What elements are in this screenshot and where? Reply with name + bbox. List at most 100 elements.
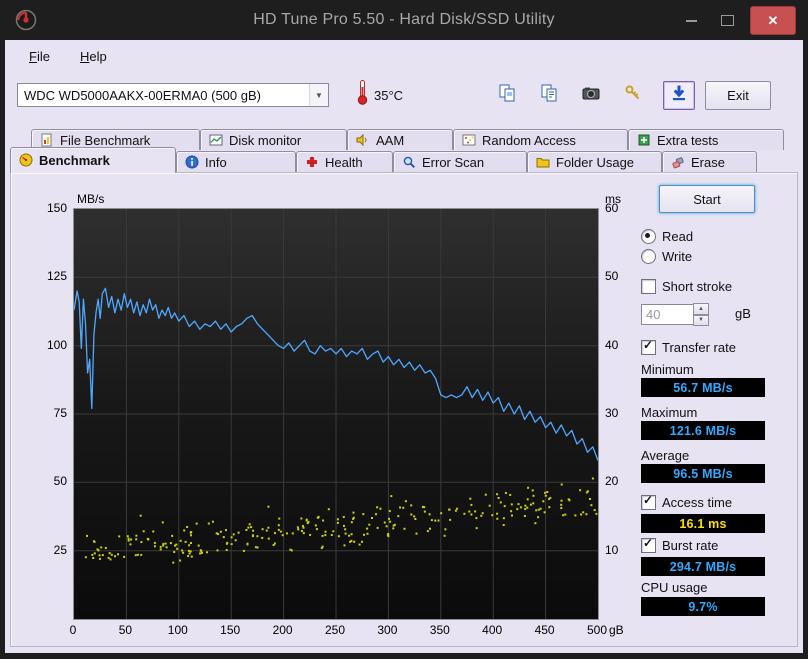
tab-label: Extra tests: [657, 132, 719, 148]
x-axis-tick: 350: [429, 623, 450, 637]
short-stroke-stepper[interactable]: ▲ ▼: [693, 303, 709, 326]
read-radio-label: Read: [662, 229, 694, 244]
app-logo-icon: [14, 8, 38, 32]
x-axis-tick: 450: [534, 623, 555, 637]
tab-disk-monitor[interactable]: Disk monitor: [200, 129, 347, 150]
burst-rate-checkbox[interactable]: Burst rate: [641, 537, 719, 553]
tab-label: Erase: [691, 154, 725, 170]
temperature-readout: 35°C: [357, 79, 403, 111]
cpu-usage-value: 9.7%: [641, 597, 765, 616]
stepper-up-icon[interactable]: ▲: [693, 303, 709, 315]
short-stroke-checkbox-box[interactable]: [641, 279, 656, 294]
camera-icon: [581, 83, 601, 108]
tab-label: AAM: [376, 132, 405, 148]
x-axis-tick: 100: [167, 623, 188, 637]
tab-aam[interactable]: AAM: [347, 129, 453, 150]
right-axis-tick: 40: [605, 337, 619, 352]
copy-image-button[interactable]: [491, 81, 523, 110]
x-axis-tick: 250: [324, 623, 346, 637]
minimize-button[interactable]: [678, 9, 704, 33]
left-axis-tick: 125: [46, 269, 67, 284]
left-axis-tick: 50: [53, 474, 67, 489]
file-benchmark-icon: [40, 133, 54, 147]
cpu-usage-label: CPU usage: [641, 580, 708, 595]
short-stroke-unit-label: gB: [735, 306, 751, 321]
maximum-value: 121.6 MB/s: [641, 421, 765, 440]
write-radio-circle[interactable]: [641, 249, 656, 264]
tab-folder-usage[interactable]: Folder Usage: [527, 151, 662, 172]
x-axis-tick: 200: [272, 623, 293, 637]
error-scan-icon: [402, 155, 416, 169]
tab-label: Error Scan: [422, 154, 485, 170]
health-icon: [305, 155, 319, 169]
write-radio-label: Write: [662, 249, 693, 264]
minimum-label: Minimum: [641, 362, 694, 377]
drive-select[interactable]: WDC WD5000AAKX-00ERMA0 (500 gB) ▼: [17, 83, 329, 107]
burst-rate-checkbox-box[interactable]: [641, 537, 656, 553]
benchmark-panel: 25 50 75 100 125 150 10 20 30 40 50 60 0 50 100 150 200 2…: [10, 172, 798, 647]
short-stroke-checkbox[interactable]: Short stroke: [641, 279, 732, 294]
keys-icon: [623, 83, 643, 108]
aam-icon: [356, 133, 370, 147]
hdtune-window: HD Tune Pro 5.50 - Hard Disk/SSD Utility…: [0, 0, 808, 659]
tab-erase[interactable]: Erase: [662, 151, 757, 172]
access-time-checkbox-box[interactable]: [641, 494, 656, 510]
average-label: Average: [641, 448, 690, 463]
x-axis-tick: 300: [377, 623, 398, 637]
burst-rate-label: Burst rate: [662, 538, 719, 553]
left-axis-tick: 75: [53, 406, 67, 420]
minimize-icon: [685, 19, 697, 22]
tab-label: File Benchmark: [60, 132, 151, 148]
tab-info[interactable]: Info: [176, 151, 296, 172]
transfer-rate-checkbox-box[interactable]: [641, 339, 656, 355]
tab-strip: File Benchmark Disk monitor AAM Random Acce…: [5, 128, 803, 173]
folder-usage-icon: [536, 155, 550, 169]
left-axis-tick: 100: [46, 337, 67, 352]
short-stroke-input[interactable]: [641, 304, 695, 325]
tab-random-access[interactable]: Random Access: [453, 129, 628, 150]
access-time-checkbox[interactable]: Access time: [641, 494, 732, 510]
right-axis-unit-label: ms: [605, 192, 621, 206]
read-radio[interactable]: Read: [641, 229, 693, 244]
menu-help[interactable]: Help: [80, 49, 107, 64]
screenshot-button[interactable]: [575, 81, 607, 110]
copy-text-button[interactable]: [533, 81, 565, 110]
left-axis-tick: 25: [53, 542, 67, 557]
menu-file[interactable]: File: [29, 49, 50, 64]
start-button[interactable]: Start: [659, 185, 755, 213]
registration-button[interactable]: [617, 81, 649, 110]
close-button[interactable]: ✕: [750, 6, 796, 35]
access-time-value: 16.1 ms: [641, 514, 765, 533]
tab-health[interactable]: Health: [296, 151, 393, 172]
transfer-rate-checkbox[interactable]: Transfer rate: [641, 339, 736, 355]
title-bar[interactable]: HD Tune Pro 5.50 - Hard Disk/SSD Utility…: [0, 0, 808, 40]
right-axis-tick: 30: [605, 406, 619, 420]
close-icon: ✕: [767, 12, 779, 28]
maximize-icon: [720, 15, 734, 26]
read-radio-circle[interactable]: [641, 229, 656, 244]
maximum-label: Maximum: [641, 405, 698, 420]
control-panel: Start Read Write Short stroke ▲ ▼: [629, 173, 799, 646]
average-value: 96.5 MB/s: [641, 464, 765, 483]
tab-error-scan[interactable]: Error Scan: [393, 151, 527, 172]
exit-button[interactable]: Exit: [705, 80, 771, 110]
stepper-down-icon[interactable]: ▼: [693, 314, 709, 326]
plot-area: [73, 208, 599, 620]
save-results-button[interactable]: [663, 80, 696, 110]
tab-label: Info: [205, 154, 227, 170]
tab-label: Folder Usage: [556, 154, 635, 170]
left-axis-unit-label: MB/s: [77, 192, 105, 206]
maximize-button[interactable]: [714, 9, 740, 33]
tab-extra-tests[interactable]: Extra tests: [628, 129, 784, 150]
benchmark-chart: 25 50 75 100 125 150 10 20 30 40 50 60 0 50 100 150 200 2…: [11, 173, 629, 646]
minimum-value: 56.7 MB/s: [641, 378, 765, 397]
transfer-rate-label: Transfer rate: [662, 340, 736, 355]
write-radio[interactable]: Write: [641, 249, 692, 264]
tab-label: Health: [325, 154, 363, 170]
tab-label: Benchmark: [39, 152, 110, 168]
client-area: File Help WDC WD5000AAKX-00ERMA0 (500 gB)…: [5, 40, 803, 653]
right-axis-tick: 50: [605, 269, 619, 284]
short-stroke-label: Short stroke: [662, 279, 733, 294]
tab-benchmark[interactable]: Benchmark: [10, 147, 176, 173]
chevron-down-icon[interactable]: ▼: [309, 84, 328, 106]
